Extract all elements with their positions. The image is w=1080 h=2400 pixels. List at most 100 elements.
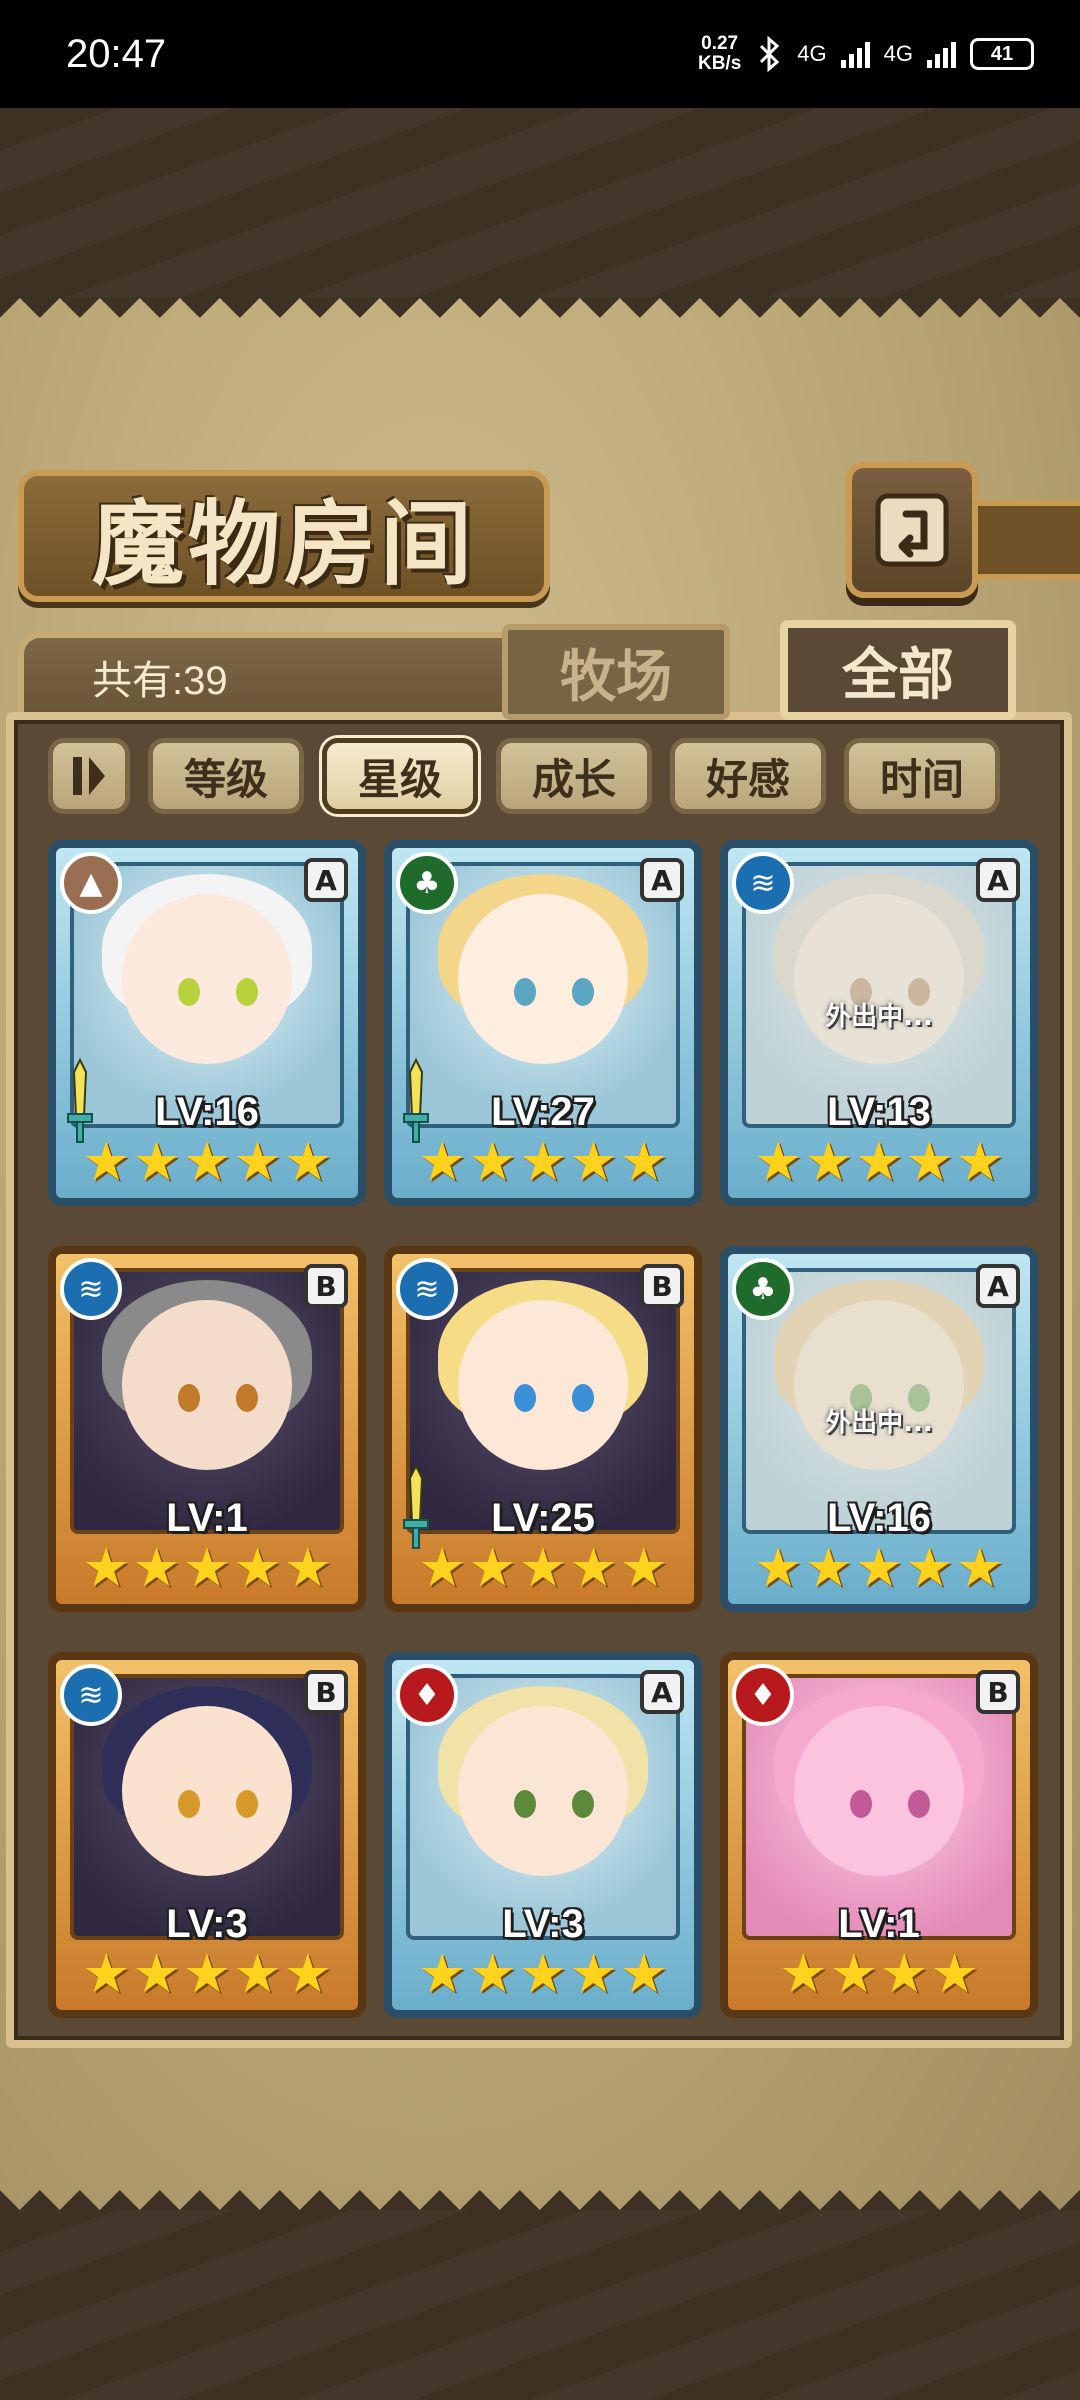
- monster-eye: [850, 1790, 872, 1818]
- star-icon: ★: [132, 1536, 181, 1599]
- away-overlay: [746, 866, 1012, 1124]
- monster-eye: [236, 978, 258, 1006]
- network-type-2: 4G: [883, 41, 913, 66]
- monster-eye: [572, 978, 594, 1006]
- tab-all-label: 全部: [842, 641, 954, 708]
- sort-time-label: 时间: [879, 754, 964, 804]
- torn-edge-top: [0, 298, 1080, 338]
- signal-icon-2: [927, 40, 956, 68]
- monster-eye: [178, 1790, 200, 1818]
- star-rating: ★ ★ ★ ★ ★: [56, 1132, 358, 1192]
- rank-badge: A: [640, 858, 684, 902]
- bluetooth-icon: [760, 36, 780, 72]
- monster-level: LV:16: [827, 1496, 931, 1540]
- network-type-1: 4G: [797, 41, 827, 66]
- signal-icon-1: [840, 40, 870, 68]
- sort-growth-button[interactable]: 成长: [496, 738, 652, 814]
- element-fire-icon: ♦: [732, 1664, 794, 1726]
- star-rating: ★ ★ ★ ★ ★: [392, 1538, 694, 1598]
- away-label: 外出中...: [825, 1002, 933, 1032]
- star-icon: ★: [233, 1536, 282, 1599]
- title-plate: 魔物房间: [18, 470, 550, 602]
- star-icon: ★: [619, 1942, 669, 2005]
- sort-level-label: 等级: [183, 754, 268, 804]
- back-arrow-icon: [875, 493, 949, 567]
- sort-bar: 等级 星级 成长 好感 时间: [48, 738, 1000, 814]
- monster-card[interactable]: ≋ B LV:3 ★ ★ ★ ★ ★: [48, 1652, 366, 2018]
- star-icon: ★: [132, 1130, 181, 1193]
- sort-direction-button[interactable]: [48, 738, 130, 814]
- battery-icon: 41: [970, 38, 1034, 70]
- star-rating: ★ ★ ★ ★: [728, 1944, 1030, 2004]
- monster-level: LV:1: [838, 1902, 920, 1946]
- sort-star-button[interactable]: 星级: [322, 738, 478, 814]
- element-fire-icon: ♦: [396, 1664, 458, 1726]
- clock: 20:47: [66, 31, 167, 76]
- star-icon: ★: [854, 1130, 904, 1193]
- back-button[interactable]: [846, 462, 978, 598]
- rank-badge: B: [640, 1264, 684, 1308]
- monster-portrait: [122, 1706, 292, 1876]
- tab-all[interactable]: 全部: [780, 620, 1016, 720]
- star-icon: ★: [182, 1942, 232, 2005]
- element-leaf-icon: ♣: [732, 1258, 794, 1320]
- monster-portrait: [122, 894, 292, 1064]
- star-icon: ★: [619, 1130, 669, 1193]
- monster-card[interactable]: ♦ B LV:1 ★ ★ ★ ★: [720, 1652, 1038, 2018]
- monster-card[interactable]: 外出中... ≋ A LV:13 ★ ★ ★ ★ ★: [720, 840, 1038, 1206]
- away-overlay: [746, 1272, 1012, 1530]
- monster-level: LV:1: [166, 1496, 248, 1540]
- star-icon: ★: [132, 1942, 181, 2005]
- star-icon: ★: [518, 1130, 568, 1193]
- element-water-icon: ≋: [732, 852, 794, 914]
- monster-card[interactable]: ≋ B LV:25 ★ ★ ★ ★ ★: [384, 1246, 702, 1612]
- star-icon: ★: [930, 1942, 979, 2005]
- monster-card[interactable]: ♣ A LV:27 ★ ★ ★ ★ ★: [384, 840, 702, 1206]
- monster-eye: [514, 1384, 536, 1412]
- star-icon: ★: [182, 1536, 232, 1599]
- monster-card[interactable]: ≋ B LV:1 ★ ★ ★ ★ ★: [48, 1246, 366, 1612]
- background-bottom: [0, 2210, 1080, 2400]
- star-icon: ★: [417, 1130, 467, 1193]
- rank-badge: B: [304, 1264, 348, 1308]
- star-icon: ★: [468, 1536, 517, 1599]
- rank-badge: A: [304, 858, 348, 902]
- star-icon: ★: [779, 1942, 828, 2005]
- network-speed-unit: KB/s: [697, 53, 742, 74]
- star-icon: ★: [81, 1130, 131, 1193]
- rank-badge: A: [640, 1670, 684, 1714]
- monster-card[interactable]: ♦ A LV:3 ★ ★ ★ ★ ★: [384, 1652, 702, 2018]
- monster-eye: [572, 1384, 594, 1412]
- star-icon: ★: [569, 1536, 618, 1599]
- star-rating: ★ ★ ★ ★ ★: [392, 1132, 694, 1192]
- star-icon: ★: [81, 1942, 131, 2005]
- monster-portrait: [458, 1706, 628, 1876]
- page-title: 魔物房间: [91, 489, 476, 598]
- torn-edge-bottom: [0, 2170, 1080, 2210]
- rank-badge: A: [976, 858, 1020, 902]
- monster-level: LV:16: [155, 1090, 259, 1134]
- star-icon: ★: [955, 1536, 1005, 1599]
- monster-level: LV:27: [491, 1090, 595, 1134]
- status-bar: 20:47 0.27 KB/s 4G 4G 41: [0, 0, 1080, 108]
- star-icon: ★: [753, 1130, 803, 1193]
- monster-card[interactable]: 外出中... ♣ A LV:16 ★ ★ ★ ★ ★: [720, 1246, 1038, 1612]
- monster-card[interactable]: ▲ A LV:16 ★ ★ ★ ★ ★: [48, 840, 366, 1206]
- star-icon: ★: [518, 1942, 568, 2005]
- star-icon: ★: [619, 1536, 669, 1599]
- star-rating: ★ ★ ★ ★ ★: [56, 1944, 358, 2004]
- star-icon: ★: [569, 1130, 618, 1193]
- star-rating: ★ ★ ★ ★ ★: [728, 1132, 1030, 1192]
- sort-time-button[interactable]: 时间: [844, 738, 1000, 814]
- sort-growth-label: 成长: [531, 754, 616, 804]
- tab-farm[interactable]: 牧场: [502, 624, 730, 720]
- back-rail: [966, 500, 1080, 580]
- monster-portrait: [458, 894, 628, 1064]
- monster-eye: [236, 1384, 258, 1412]
- sort-level-button[interactable]: 等级: [148, 738, 304, 814]
- monster-count: 共有:39: [92, 659, 228, 703]
- sort-affection-button[interactable]: 好感: [670, 738, 826, 814]
- away-label: 外出中...: [825, 1408, 933, 1438]
- star-icon: ★: [417, 1942, 467, 2005]
- monster-eye: [572, 1790, 594, 1818]
